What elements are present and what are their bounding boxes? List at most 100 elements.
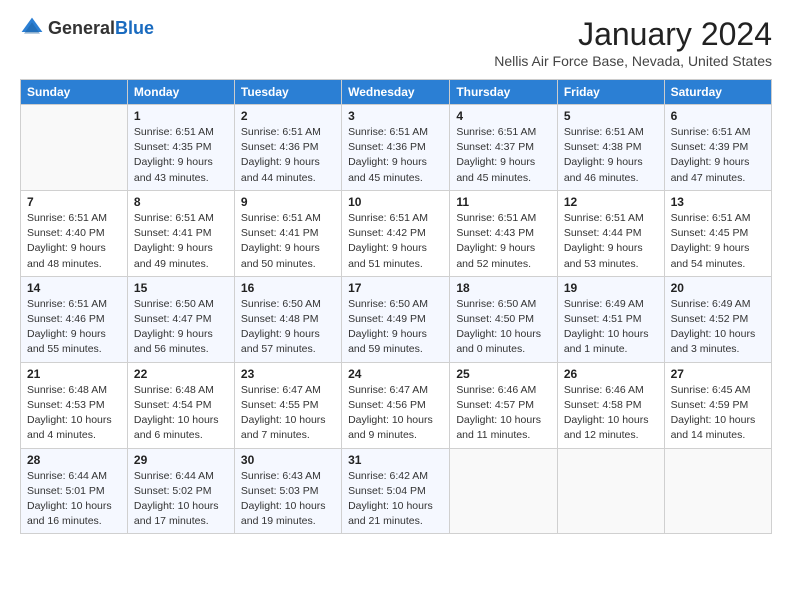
day-number: 14	[27, 281, 121, 295]
day-number: 25	[456, 367, 551, 381]
day-info: Sunrise: 6:51 AMSunset: 4:44 PMDaylight:…	[564, 211, 658, 272]
calendar-day-cell: 10 Sunrise: 6:51 AMSunset: 4:42 PMDayligh…	[342, 190, 450, 276]
day-number: 31	[348, 453, 443, 467]
weekday-header-cell: Monday	[127, 80, 234, 105]
calendar-day-cell: 23 Sunrise: 6:47 AMSunset: 4:55 PMDayligh…	[234, 362, 341, 448]
calendar-day-cell: 12 Sunrise: 6:51 AMSunset: 4:44 PMDayligh…	[557, 190, 664, 276]
day-number: 23	[241, 367, 335, 381]
calendar-day-cell: 15Sunrise: 6:50 AMSunset: 4:47 PMDayligh…	[127, 276, 234, 362]
day-number: 1	[134, 109, 228, 123]
calendar-day-cell: 3 Sunrise: 6:51 AMSunset: 4:36 PMDaylight…	[342, 105, 450, 191]
calendar-day-cell: 7Sunrise: 6:51 AMSunset: 4:40 PMDaylight…	[21, 190, 128, 276]
day-info: Sunrise: 6:45 AMSunset: 4:59 PMDaylight:…	[671, 383, 765, 444]
day-number: 5	[564, 109, 658, 123]
calendar-day-cell: 30Sunrise: 6:43 AMSunset: 5:03 PMDayligh…	[234, 448, 341, 534]
calendar-day-cell: 20 Sunrise: 6:49 AMSunset: 4:52 PMDayligh…	[664, 276, 771, 362]
day-number: 26	[564, 367, 658, 381]
day-info: Sunrise: 6:51 AMSunset: 4:35 PMDaylight:…	[134, 125, 228, 186]
calendar-day-cell: 8Sunrise: 6:51 AMSunset: 4:41 PMDaylight…	[127, 190, 234, 276]
month-title: January 2024	[494, 16, 772, 53]
calendar-day-cell	[557, 448, 664, 534]
day-number: 22	[134, 367, 228, 381]
day-number: 24	[348, 367, 443, 381]
calendar-body: 1 Sunrise: 6:51 AMSunset: 4:35 PMDaylight…	[21, 105, 772, 534]
day-info: Sunrise: 6:51 AMSunset: 4:41 PMDaylight:…	[241, 211, 335, 272]
day-number: 10	[348, 195, 443, 209]
day-info: Sunrise: 6:51 AMSunset: 4:37 PMDaylight:…	[456, 125, 551, 186]
day-number: 17	[348, 281, 443, 295]
calendar-day-cell: 5 Sunrise: 6:51 AMSunset: 4:38 PMDaylight…	[557, 105, 664, 191]
calendar-day-cell	[664, 448, 771, 534]
calendar-table: SundayMondayTuesdayWednesdayThursdayFrid…	[20, 79, 772, 534]
day-number: 4	[456, 109, 551, 123]
title-block: January 2024 Nellis Air Force Base, Neva…	[494, 16, 772, 69]
calendar-day-cell: 22 Sunrise: 6:48 AMSunset: 4:54 PMDayligh…	[127, 362, 234, 448]
day-number: 12	[564, 195, 658, 209]
day-info: Sunrise: 6:51 AMSunset: 4:46 PMDaylight:…	[27, 297, 121, 358]
calendar-day-cell: 14 Sunrise: 6:51 AMSunset: 4:46 PMDayligh…	[21, 276, 128, 362]
calendar-day-cell	[21, 105, 128, 191]
day-number: 3	[348, 109, 443, 123]
calendar-day-cell: 16 Sunrise: 6:50 AMSunset: 4:48 PMDayligh…	[234, 276, 341, 362]
calendar-day-cell: 21 Sunrise: 6:48 AMSunset: 4:53 PMDayligh…	[21, 362, 128, 448]
calendar-week-row: 7Sunrise: 6:51 AMSunset: 4:40 PMDaylight…	[21, 190, 772, 276]
calendar-day-cell: 1 Sunrise: 6:51 AMSunset: 4:35 PMDaylight…	[127, 105, 234, 191]
day-info: Sunrise: 6:50 AMSunset: 4:50 PMDaylight:…	[456, 297, 551, 358]
day-number: 9	[241, 195, 335, 209]
day-number: 11	[456, 195, 551, 209]
calendar-day-cell: 2 Sunrise: 6:51 AMSunset: 4:36 PMDaylight…	[234, 105, 341, 191]
day-info: Sunrise: 6:51 AMSunset: 4:40 PMDaylight:…	[27, 211, 121, 272]
logo-text-general: General	[48, 18, 115, 38]
calendar-day-cell: 6 Sunrise: 6:51 AMSunset: 4:39 PMDaylight…	[664, 105, 771, 191]
calendar-day-cell: 26Sunrise: 6:46 AMSunset: 4:58 PMDayligh…	[557, 362, 664, 448]
calendar-day-cell: 24 Sunrise: 6:47 AMSunset: 4:56 PMDayligh…	[342, 362, 450, 448]
day-number: 16	[241, 281, 335, 295]
day-info: Sunrise: 6:47 AMSunset: 4:55 PMDaylight:…	[241, 383, 335, 444]
calendar-day-cell: 27 Sunrise: 6:45 AMSunset: 4:59 PMDayligh…	[664, 362, 771, 448]
weekday-header-cell: Sunday	[21, 80, 128, 105]
day-number: 30	[241, 453, 335, 467]
calendar-week-row: 1 Sunrise: 6:51 AMSunset: 4:35 PMDaylight…	[21, 105, 772, 191]
day-info: Sunrise: 6:50 AMSunset: 4:49 PMDaylight:…	[348, 297, 443, 358]
day-number: 6	[671, 109, 765, 123]
day-info: Sunrise: 6:44 AMSunset: 5:02 PMDaylight:…	[134, 469, 228, 530]
day-info: Sunrise: 6:51 AMSunset: 4:36 PMDaylight:…	[348, 125, 443, 186]
calendar-week-row: 28 Sunrise: 6:44 AMSunset: 5:01 PMDayligh…	[21, 448, 772, 534]
day-info: Sunrise: 6:50 AMSunset: 4:47 PMDaylight:…	[134, 297, 228, 358]
day-number: 19	[564, 281, 658, 295]
location-title: Nellis Air Force Base, Nevada, United St…	[494, 53, 772, 69]
day-info: Sunrise: 6:51 AMSunset: 4:45 PMDaylight:…	[671, 211, 765, 272]
day-info: Sunrise: 6:48 AMSunset: 4:54 PMDaylight:…	[134, 383, 228, 444]
day-number: 27	[671, 367, 765, 381]
day-number: 28	[27, 453, 121, 467]
calendar-day-cell: 25 Sunrise: 6:46 AMSunset: 4:57 PMDayligh…	[450, 362, 558, 448]
day-info: Sunrise: 6:51 AMSunset: 4:42 PMDaylight:…	[348, 211, 443, 272]
calendar-day-cell: 11 Sunrise: 6:51 AMSunset: 4:43 PMDayligh…	[450, 190, 558, 276]
weekday-header-cell: Wednesday	[342, 80, 450, 105]
calendar-day-cell: 28 Sunrise: 6:44 AMSunset: 5:01 PMDayligh…	[21, 448, 128, 534]
day-info: Sunrise: 6:44 AMSunset: 5:01 PMDaylight:…	[27, 469, 121, 530]
day-number: 21	[27, 367, 121, 381]
logo-text-blue: Blue	[115, 18, 154, 38]
day-number: 20	[671, 281, 765, 295]
weekday-header-cell: Tuesday	[234, 80, 341, 105]
day-info: Sunrise: 6:46 AMSunset: 4:57 PMDaylight:…	[456, 383, 551, 444]
day-number: 2	[241, 109, 335, 123]
day-info: Sunrise: 6:49 AMSunset: 4:51 PMDaylight:…	[564, 297, 658, 358]
day-info: Sunrise: 6:51 AMSunset: 4:39 PMDaylight:…	[671, 125, 765, 186]
day-info: Sunrise: 6:47 AMSunset: 4:56 PMDaylight:…	[348, 383, 443, 444]
day-info: Sunrise: 6:51 AMSunset: 4:38 PMDaylight:…	[564, 125, 658, 186]
logo-icon	[20, 16, 44, 40]
calendar-day-cell: 18 Sunrise: 6:50 AMSunset: 4:50 PMDayligh…	[450, 276, 558, 362]
calendar-day-cell: 13Sunrise: 6:51 AMSunset: 4:45 PMDayligh…	[664, 190, 771, 276]
day-info: Sunrise: 6:48 AMSunset: 4:53 PMDaylight:…	[27, 383, 121, 444]
weekday-header-row: SundayMondayTuesdayWednesdayThursdayFrid…	[21, 80, 772, 105]
day-number: 18	[456, 281, 551, 295]
day-info: Sunrise: 6:50 AMSunset: 4:48 PMDaylight:…	[241, 297, 335, 358]
calendar-day-cell: 17 Sunrise: 6:50 AMSunset: 4:49 PMDayligh…	[342, 276, 450, 362]
day-info: Sunrise: 6:51 AMSunset: 4:43 PMDaylight:…	[456, 211, 551, 272]
day-info: Sunrise: 6:49 AMSunset: 4:52 PMDaylight:…	[671, 297, 765, 358]
weekday-header-cell: Thursday	[450, 80, 558, 105]
weekday-header-cell: Saturday	[664, 80, 771, 105]
day-info: Sunrise: 6:51 AMSunset: 4:36 PMDaylight:…	[241, 125, 335, 186]
